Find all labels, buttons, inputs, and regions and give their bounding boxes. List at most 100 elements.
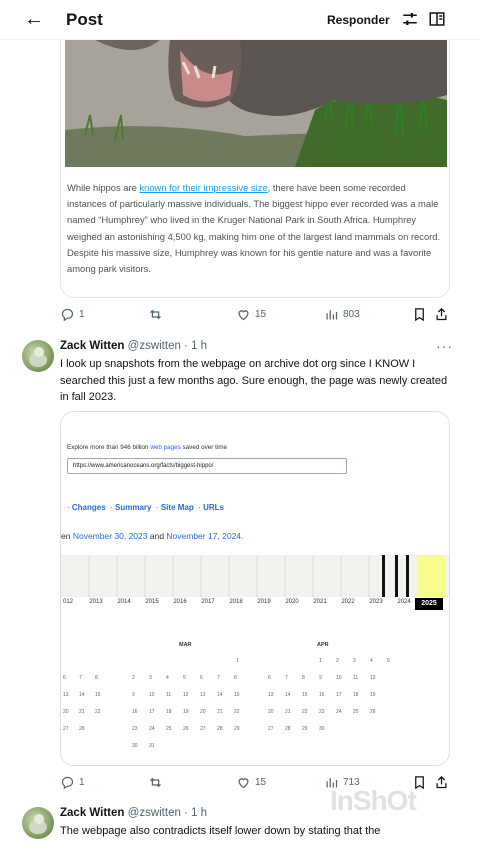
svg-text:30: 30 — [319, 726, 325, 732]
year-label: 2022 — [341, 599, 355, 605]
inshot-watermark: InShOt — [330, 785, 417, 816]
reply-action[interactable]: 1 — [60, 307, 85, 322]
share-action[interactable] — [434, 775, 449, 790]
like-action[interactable]: 15 — [236, 307, 266, 322]
quoted-article-card[interactable]: While hippos are known for their impress… — [60, 40, 450, 298]
svg-text:12: 12 — [183, 692, 189, 698]
year-label: 2021 — [313, 599, 327, 605]
svg-text:19: 19 — [183, 709, 189, 715]
svg-text:20: 20 — [200, 709, 206, 715]
hippo-photo — [65, 40, 447, 167]
svg-text:31: 31 — [149, 743, 155, 749]
reply-filter-button[interactable]: Responder — [327, 13, 390, 27]
author-line[interactable]: Zack Witten @zswitten · 1 h — [60, 340, 207, 352]
share-action[interactable] — [434, 307, 449, 322]
svg-text:12: 12 — [370, 675, 376, 681]
wayback-screenshot-card[interactable]: Explore more than 946 billion web pages … — [60, 411, 450, 766]
selected-year-label: 2025 — [415, 598, 443, 610]
author-handle: @zswitten · 1 h — [127, 807, 208, 819]
svg-text:20: 20 — [268, 709, 274, 715]
year-label: 2020 — [285, 599, 299, 605]
view-count: 803 — [343, 309, 360, 320]
year-label: 2013 — [89, 599, 103, 605]
year-label: 012 — [62, 599, 73, 605]
svg-text:11: 11 — [353, 675, 358, 681]
calendar-month-apr: APR — [317, 642, 329, 648]
author-name[interactable]: Zack Witten — [60, 340, 124, 352]
svg-text:14: 14 — [217, 692, 223, 698]
retweet-action[interactable] — [148, 775, 167, 790]
retweet-action[interactable] — [148, 307, 167, 322]
bookmark-icon — [415, 308, 424, 322]
wayback-date-range: en November 30, 2023 and November 17, 20… — [61, 531, 243, 541]
svg-text:6: 6 — [63, 675, 66, 681]
svg-text:5: 5 — [387, 658, 390, 664]
svg-text:24: 24 — [336, 709, 342, 715]
reply-action[interactable]: 1 — [60, 775, 85, 790]
snapshot-histogram — [61, 555, 449, 597]
range-mid: and — [147, 531, 167, 541]
svg-text:1: 1 — [236, 658, 239, 664]
svg-text:28: 28 — [79, 726, 85, 732]
post-text: I look up snapshots from the webpage on … — [60, 358, 448, 403]
wayback-url-field: https://www.americanoceans.org/facts/big… — [67, 458, 347, 474]
year-label: 2018 — [229, 599, 243, 605]
author-line[interactable]: Zack Witten @zswitten · 1 h — [60, 807, 207, 819]
svg-text:2: 2 — [336, 658, 339, 664]
svg-text:25: 25 — [166, 726, 172, 732]
article-excerpt: While hippos are known for their impress… — [67, 180, 445, 277]
svg-text:6: 6 — [200, 675, 203, 681]
svg-text:16: 16 — [319, 692, 325, 698]
svg-text:14: 14 — [285, 692, 291, 698]
more-options-icon[interactable]: ··· — [436, 338, 453, 354]
avatar[interactable] — [22, 807, 54, 839]
svg-text:16: 16 — [132, 709, 138, 715]
avatar[interactable] — [22, 340, 54, 372]
arrow-left-icon[interactable]: ← — [24, 8, 44, 31]
nav-urls: URLs — [203, 503, 224, 512]
svg-text:9: 9 — [132, 692, 135, 698]
post-text: The webpage also contradicts itself lowe… — [60, 825, 381, 837]
svg-text:25: 25 — [353, 709, 359, 715]
year-label: 2014 — [117, 599, 131, 605]
year-axis: 012 2013 2014 2015 2016 2017 2018 2019 2… — [61, 598, 449, 611]
svg-text:10: 10 — [336, 675, 342, 681]
range-prefix: en — [61, 531, 73, 541]
svg-text:8: 8 — [302, 675, 305, 681]
svg-text:29: 29 — [302, 726, 308, 732]
svg-text:18: 18 — [353, 692, 359, 698]
nav-site-map: Site Map — [160, 503, 194, 512]
wayback-caption-link: web pages — [150, 444, 181, 451]
svg-text:15: 15 — [302, 692, 308, 698]
heart-icon — [238, 778, 249, 789]
year-label: 2024 — [397, 599, 411, 605]
year-label: 2017 — [201, 599, 215, 605]
year-label: 2016 — [173, 599, 187, 605]
article-link[interactable]: known for their impressive size — [139, 182, 267, 193]
calendar-grid-image: 1 678 13 14 15 20 21 22 27 28 2345678 9 10 11 12… — [63, 658, 390, 749]
share-icon — [436, 775, 447, 789]
calendar-month-mar: MAR — [179, 642, 192, 648]
svg-text:27: 27 — [63, 726, 69, 732]
svg-text:1: 1 — [319, 658, 322, 664]
svg-text:13: 13 — [63, 692, 69, 698]
nav-changes: Changes — [71, 503, 106, 512]
article-text-start: While hippos are — [67, 182, 140, 193]
reply-count: 1 — [79, 777, 85, 788]
nav-summary: Summary — [115, 503, 152, 512]
reader-icon[interactable] — [428, 10, 446, 28]
svg-text:28: 28 — [285, 726, 291, 732]
range-end: November 17, 2024. — [166, 531, 244, 541]
author-name[interactable]: Zack Witten — [60, 807, 124, 819]
svg-text:15: 15 — [95, 692, 101, 698]
svg-text:15: 15 — [234, 692, 240, 698]
svg-text:21: 21 — [285, 709, 291, 715]
svg-text:14: 14 — [79, 692, 85, 698]
svg-text:7: 7 — [217, 675, 220, 681]
retweet-icon — [150, 777, 161, 788]
svg-text:21: 21 — [217, 709, 223, 715]
views-action[interactable]: 803 — [324, 307, 360, 322]
sliders-icon[interactable] — [401, 10, 419, 28]
bookmark-action[interactable] — [412, 307, 427, 322]
like-action[interactable]: 15 — [236, 775, 266, 790]
